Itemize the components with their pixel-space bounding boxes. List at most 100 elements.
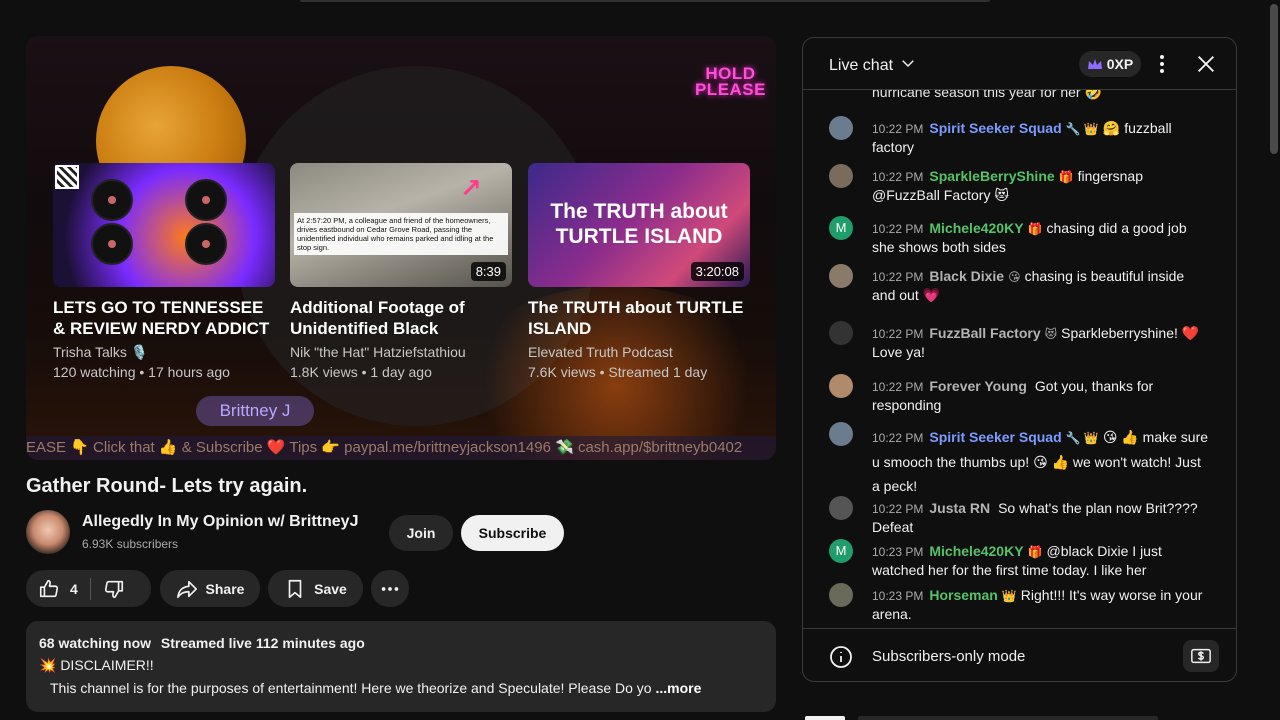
save-label: Save (314, 580, 347, 597)
channel-avatar[interactable] (26, 510, 70, 554)
chat-badge: 🎁 (1027, 545, 1043, 559)
card-thumbnail[interactable]: ↗ At 2:57:20 PM, a colleague and friend … (290, 163, 512, 287)
chat-badge: 😘 (1008, 270, 1021, 284)
chat-mode-dropdown[interactable]: Live chat (829, 54, 917, 77)
streamer-name-tag: Brittney J (196, 396, 314, 426)
chat-avatar[interactable]: M (829, 216, 853, 240)
chat-message: 10:22 PM Spirit Seeker Squad 🔧 👑 😘 👍 make s… (829, 422, 1209, 498)
card-meta: 1.8K views • 1 day ago (290, 364, 432, 380)
xp-value: 0XP (1106, 56, 1134, 72)
video-title: Gather Round- Lets try again. (26, 475, 308, 497)
chat-message: 10:22 PM Justa RN So what's the plan now B… (829, 496, 1209, 536)
subscribers-only-label: Subscribers-only mode (872, 648, 1026, 665)
card-channel[interactable]: Trisha Talks 🎙️ (53, 342, 275, 362)
endscreen-card-2[interactable]: ↗ At 2:57:20 PM, a colleague and friend … (290, 163, 512, 382)
chat-avatar[interactable] (829, 374, 853, 398)
like-button[interactable]: 4 (26, 570, 90, 607)
close-icon[interactable] (1195, 53, 1217, 75)
chat-avatar[interactable] (829, 496, 853, 520)
masthead-edge (300, 0, 990, 2)
page-scrollbar[interactable] (1270, 4, 1278, 154)
duration-badge: 8:39 (470, 262, 506, 281)
subscriber-count: 6.93K subscribers (82, 537, 179, 551)
chevron-down-icon (899, 54, 917, 77)
description-disclaimer: 💥 DISCLAIMER!! (39, 657, 154, 673)
thumbnail-caption: At 2:57:20 PM, a colleague and friend of… (294, 213, 508, 255)
channel-name[interactable]: Allegedly In My Opinion w/ BrittneyJ (82, 513, 358, 531)
crown-icon (1087, 59, 1102, 69)
join-button[interactable]: Join (389, 515, 453, 551)
chat-message: 10:22 PM SparkleBerryShine 🎁 fingersnap @Fu… (829, 164, 1209, 204)
chat-badge: 🔧 👑 (1065, 431, 1099, 445)
description-stats: 68 watching now Streamed live 112 minute… (39, 635, 763, 651)
chat-badge: 🎁 (1058, 170, 1074, 184)
super-chat-button[interactable] (1183, 640, 1219, 672)
arrow-icon: ↗ (460, 173, 482, 203)
save-button[interactable]: Save (268, 570, 363, 607)
like-count: 4 (70, 580, 78, 597)
vinyl-icon (91, 223, 133, 265)
duration-badge: 3:20:08 (690, 262, 744, 281)
thumbs-up-icon (38, 578, 60, 600)
chat-message: M 10:22 PM Michele420KY 🎁 chasing did a goo… (829, 216, 1209, 256)
dollar-icon (1191, 648, 1211, 664)
chat-badge: 🎁 (1027, 222, 1043, 236)
chat-avatar[interactable] (829, 116, 853, 140)
qr-code-icon (55, 165, 79, 189)
xp-badge[interactable]: 0XP (1079, 51, 1141, 77)
streamed-time: Streamed live 112 minutes ago (160, 635, 365, 651)
share-button[interactable]: Share (160, 570, 260, 607)
dislike-button[interactable] (91, 570, 137, 607)
card-meta: 7.6K views • Streamed 1 day (528, 364, 708, 380)
chat-avatar[interactable]: M (829, 539, 853, 563)
chat-badge: 🔧 👑 (1065, 122, 1099, 136)
chat-avatar[interactable] (829, 583, 853, 607)
vinyl-icon (185, 179, 227, 221)
chat-avatar[interactable] (829, 264, 853, 288)
card-title[interactable]: LETS GO TO TENNESSEE & REVIEW NERDY ADDI… (53, 297, 275, 339)
endscreen-card-1[interactable]: LETS GO TO TENNESSEE & REVIEW NERDY ADDI… (53, 163, 275, 382)
vinyl-icon (91, 179, 133, 221)
thumbs-down-icon (103, 578, 125, 600)
chat-avatar[interactable] (829, 321, 853, 345)
video-player[interactable]: HOLD PLEASE LETS GO TO TENNESSEE & REVIE… (26, 36, 776, 460)
hold-please-sign: HOLD PLEASE (694, 64, 766, 99)
more-actions-button[interactable] (371, 570, 409, 607)
card-channel[interactable]: Elevated Truth Podcast (528, 342, 750, 362)
card-thumbnail[interactable]: The TRUTH about TURTLE ISLAND 3:20:08 (528, 163, 750, 287)
description-body: This channel is for the purposes of ente… (39, 680, 763, 696)
more-horizontal-icon (379, 578, 401, 600)
card-meta: 120 watching • 17 hours ago (53, 364, 230, 380)
info-icon[interactable] (829, 645, 853, 669)
like-dislike-group: 4 (26, 570, 151, 607)
share-label: Share (205, 580, 245, 597)
card-channel[interactable]: Nik "the Hat" Hatziefstathiou (290, 342, 512, 362)
subscribe-button[interactable]: Subscribe (461, 515, 564, 551)
more-vertical-icon[interactable] (1155, 52, 1169, 76)
chat-message: M 10:23 PM Michele420KY 🎁 @black Dixie I ju… (829, 539, 1209, 579)
card-title[interactable]: The TRUTH about TURTLE ISLAND (528, 297, 750, 339)
card-thumbnail[interactable] (53, 163, 275, 287)
card-title[interactable]: Additional Footage of Unidentified Black… (290, 297, 512, 339)
thumbnail-title: The TRUTH about TURTLE ISLAND (550, 200, 728, 248)
chat-avatar[interactable] (829, 422, 853, 446)
chat-message: 10:22 PM Forever Young Got you, thanks for… (829, 374, 1209, 414)
show-more-link[interactable]: ...more (655, 680, 701, 696)
vinyl-icon (185, 223, 227, 265)
watching-count: 68 watching now (39, 635, 152, 651)
chat-messages: hurricane season this year for her 🤣 10:… (803, 90, 1236, 628)
chat-message: 10:22 PM Black Dixie 😘 chasing is beautiful… (829, 264, 1209, 304)
chat-badge: 😻 (1044, 327, 1058, 341)
chat-message-partial: hurricane season this year for her 🤣 (872, 90, 1102, 100)
endscreen-card-3[interactable]: The TRUTH about TURTLE ISLAND 3:20:08 Th… (528, 163, 750, 382)
description-box[interactable]: 68 watching now Streamed live 112 minute… (26, 621, 776, 712)
description-text: This channel is for the purposes of ente… (50, 680, 652, 696)
chat-footer: Subscribers-only mode (803, 628, 1236, 681)
chat-header: Live chat 0XP (803, 38, 1236, 90)
chat-message: 10:23 PM Horseman 👑 Right!!! It's way worse… (829, 583, 1209, 623)
chat-avatar[interactable] (829, 164, 853, 188)
live-chat-panel: Live chat 0XP hurricane season this year… (802, 37, 1237, 682)
bottom-chip[interactable] (805, 716, 845, 720)
chat-badge: 👑 (1001, 589, 1017, 603)
chat-message: 10:22 PM FuzzBall Factory 😻 Sparkleberryshi… (829, 321, 1209, 361)
